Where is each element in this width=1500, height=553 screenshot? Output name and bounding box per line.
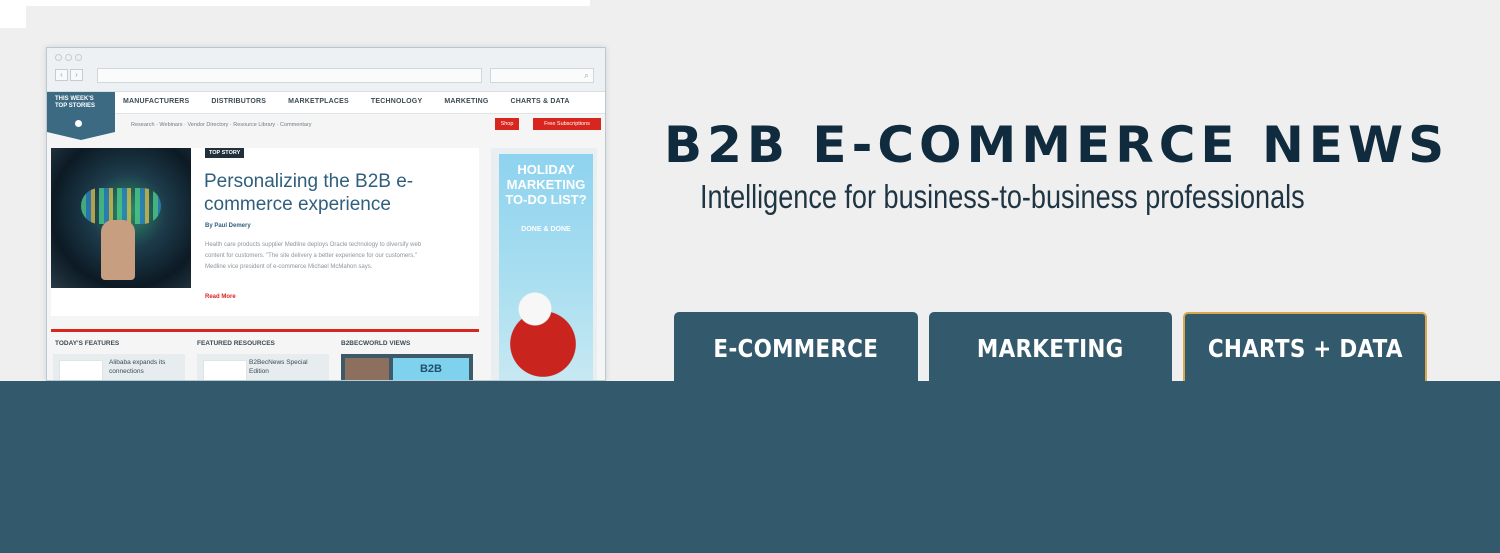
feature-card: Alibaba expands its connections: [53, 354, 185, 380]
left-white-strip: [0, 0, 26, 28]
top-story-card: TOP STORY Personalizing the B2B e-commer…: [51, 148, 479, 316]
browser-search-box: ⌕: [490, 68, 594, 83]
tab-marketing-label: MARKETING: [977, 334, 1124, 363]
address-bar: [97, 68, 482, 83]
nav-item-marketplaces: MARKETPLACES: [288, 98, 349, 105]
badge-dot-icon: [75, 120, 82, 127]
story-title: Personalizing the B2B e-commerce experie…: [204, 171, 414, 215]
ad-subline: DONE & DONE: [521, 226, 571, 233]
back-icon: ‹: [55, 69, 68, 81]
nav-item-technology: TECHNOLOGY: [370, 98, 423, 105]
story-excerpt: Health care products supplier Medline de…: [205, 242, 422, 270]
resources-heading: FEATURED RESOURCES: [197, 340, 275, 347]
features-heading: TODAY'S FEATURES: [55, 340, 120, 347]
tab-marketing[interactable]: MARKETING: [929, 312, 1172, 384]
shop-button: Shop: [495, 118, 519, 130]
section-divider: [51, 329, 479, 332]
browser-chrome: ‹ › ⌕: [47, 48, 605, 92]
subscriptions-button: Free Subscriptions: [533, 118, 601, 130]
website-mockup: ‹ › ⌕ THIS WEEK'S TOP STORIES MANUFACTUR…: [46, 47, 606, 381]
top-stories-badge: THIS WEEK'S TOP STORIES: [47, 92, 115, 140]
views-heading: B2BECWORLD VIEWS: [341, 340, 411, 347]
read-more-link: Read More: [205, 294, 236, 300]
columnist-photo: [345, 358, 389, 380]
browser-nav-buttons: ‹ ›: [55, 69, 83, 81]
views-badge: B2B: [393, 358, 469, 380]
story-image: [51, 148, 191, 288]
brand-title: B2B E-COMMERCE NEWS: [664, 116, 1450, 174]
resource-title: B2BecNews Special Edition: [249, 359, 308, 375]
views-card: B2B: [341, 354, 473, 380]
tab-e-commerce-label: E-COMMERCE: [713, 334, 879, 363]
nav-item-manufacturers: MANUFACTURERS: [123, 98, 190, 105]
holiday-ad: HOLIDAY MARKETING TO-DO LIST? DONE & DON…: [499, 154, 593, 380]
story-byline: By Paul Demery: [205, 223, 251, 229]
badge-line-1: THIS WEEK'S: [55, 96, 94, 102]
tab-e-commerce[interactable]: E-COMMERCE: [674, 312, 918, 384]
ad-headline: HOLIDAY MARKETING TO-DO LIST?: [505, 162, 587, 207]
tab-charts-data-label: CHARTS + DATA: [1207, 334, 1403, 363]
brand-tagline: Intelligence for business-to-business pr…: [700, 178, 1305, 215]
resource-card: B2BecNews Special Edition: [197, 354, 329, 380]
footer-band: [0, 381, 1500, 553]
search-icon: ⌕: [583, 70, 589, 80]
top-story-tag: TOP STORY: [205, 148, 245, 158]
window-controls: [55, 54, 82, 61]
tab-charts-data[interactable]: CHARTS + DATA: [1183, 312, 1427, 384]
feature-title: Alibaba expands its connections: [109, 359, 166, 375]
nav-item-marketing: MARKETING: [444, 98, 489, 105]
site-nav-items: MANUFACTURERS DISTRIBUTORS MARKETPLACES …: [123, 98, 570, 105]
nav-item-charts-data: CHARTS & DATA: [510, 98, 570, 105]
resource-thumbnail: [203, 360, 247, 380]
nav-item-distributors: DISTRIBUTORS: [211, 98, 267, 105]
feature-thumbnail: [59, 360, 103, 380]
ad-sidebar: HOLIDAY MARKETING TO-DO LIST? DONE & DON…: [491, 148, 597, 380]
santa-illustration: [503, 284, 583, 380]
badge-line-2: TOP STORIES: [55, 103, 96, 109]
site-subnav: Research · Webinars · Vendor Directory ·…: [131, 122, 312, 128]
top-white-strip: [26, 0, 590, 6]
forward-icon: ›: [70, 69, 83, 81]
